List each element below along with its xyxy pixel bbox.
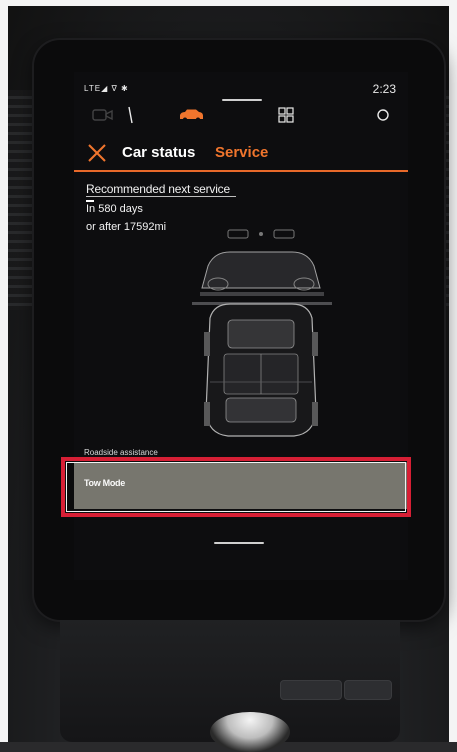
clock: 2:23 xyxy=(372,82,396,96)
service-title: Recommended next service xyxy=(86,182,230,196)
frame-edge xyxy=(449,0,457,742)
highlight-inner-border xyxy=(66,462,406,512)
tab-service[interactable]: Service xyxy=(215,144,268,161)
camera-icon[interactable] xyxy=(92,104,114,126)
frame-edge xyxy=(0,0,457,6)
car-xray-illustration xyxy=(144,222,364,442)
console-button xyxy=(280,680,342,700)
page-header: Car status Service xyxy=(74,136,408,172)
title-underline xyxy=(86,196,236,197)
service-days: In 580 days xyxy=(86,203,143,215)
divider-icon xyxy=(126,104,136,126)
days-marker xyxy=(86,200,94,202)
car-icon[interactable] xyxy=(178,104,204,126)
app-icon-row xyxy=(74,104,408,128)
roadside-assistance-label: Roadside assistance xyxy=(84,448,158,457)
top-drag-handle[interactable] xyxy=(222,99,262,101)
tab-car-status[interactable]: Car status xyxy=(122,144,195,161)
signal-icons: LTE◢ ∇ ✱ xyxy=(84,84,129,93)
status-bar: LTE◢ ∇ ✱ 2:23 xyxy=(74,82,408,101)
console-knob xyxy=(210,712,290,752)
circle-icon[interactable] xyxy=(374,104,392,126)
console-button xyxy=(344,680,392,700)
grid-icon[interactable] xyxy=(276,104,296,126)
bottom-drag-handle[interactable] xyxy=(214,542,264,544)
close-icon[interactable] xyxy=(86,142,108,164)
frame-edge xyxy=(0,0,8,742)
